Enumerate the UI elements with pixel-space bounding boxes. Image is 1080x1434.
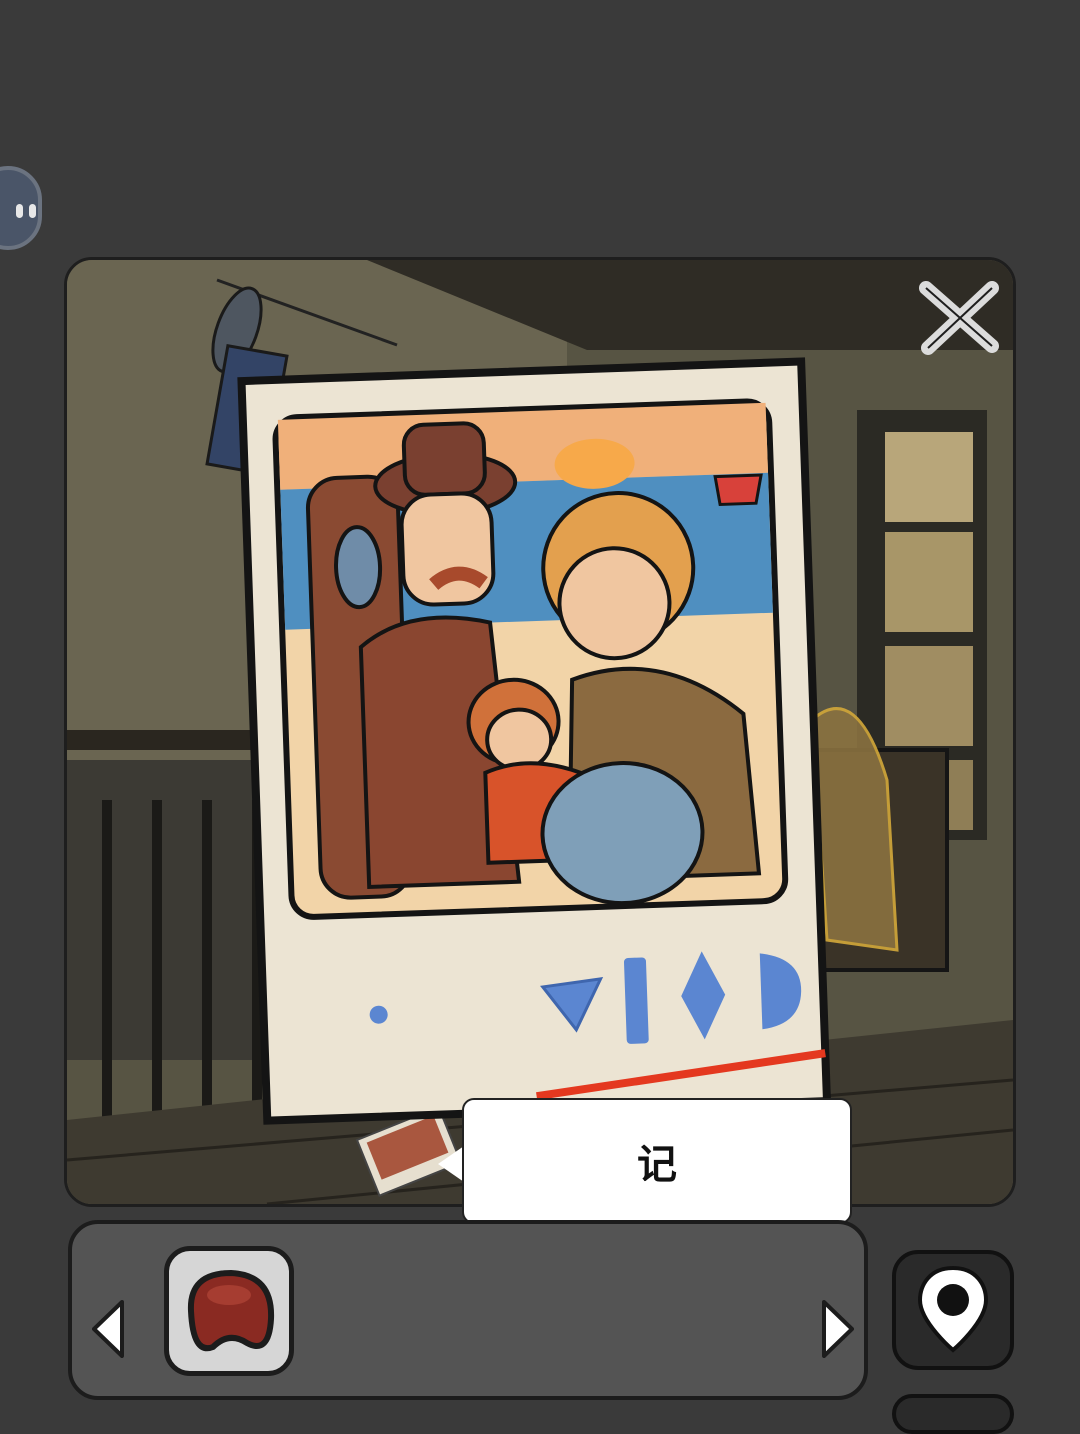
assistant-bubble-icon[interactable] (0, 166, 42, 250)
inventory-slot[interactable] (164, 1246, 294, 1376)
inventory-next-button[interactable] (820, 1300, 854, 1362)
map-pin-icon (917, 1265, 989, 1353)
scene-illustration (67, 260, 1013, 1204)
hint-pointer (438, 1146, 464, 1182)
assistant-eye-right (29, 204, 36, 218)
hint-text: 记 (637, 1141, 677, 1188)
triangle-left-icon (92, 1300, 124, 1358)
secondary-button[interactable] (892, 1394, 1014, 1434)
brown-kidney-bean-item-icon (187, 1269, 275, 1352)
hint-tooltip: 记 (462, 1098, 852, 1224)
map-button[interactable] (892, 1250, 1014, 1370)
inventory-bar (68, 1220, 868, 1400)
assistant-eye-left (16, 204, 23, 218)
inventory-prev-button[interactable] (92, 1300, 126, 1362)
scene-panel (64, 257, 1016, 1207)
triangle-right-icon (822, 1300, 854, 1358)
close-x-icon (919, 281, 999, 355)
close-button[interactable] (918, 276, 1000, 358)
